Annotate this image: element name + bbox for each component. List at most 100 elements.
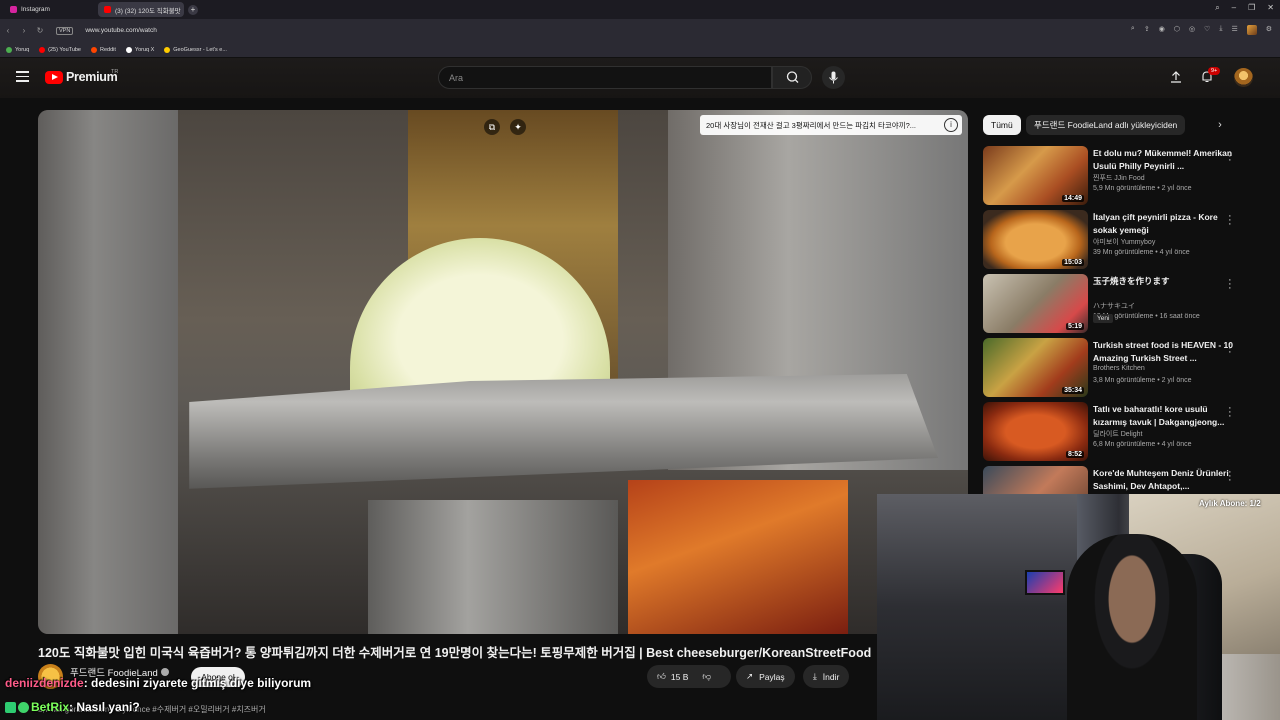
zoom-icon[interactable]: ⌕ (1131, 25, 1135, 35)
bookmark-item[interactable]: (25) YouTube (39, 46, 81, 53)
video-thumbnail[interactable]: 14:49 (983, 146, 1088, 205)
chat-message: BetRix: Nasıl yani? (5, 700, 140, 714)
back-icon[interactable]: ‹ (0, 26, 16, 35)
bookmarks-bar: Yoruq (25) YouTube Reddit Yoruq X GeoGue… (0, 42, 1280, 58)
description-preview[interactable]: 2,7 Mn görüntülenme 1 yıl önce #수제버거 #오밀… (38, 704, 878, 715)
recommendation-item[interactable]: Kore'de Muhteşem Deniz Ürünleri Sashimi,… (983, 466, 1273, 494)
recommendation-channel[interactable]: 야미보이 Yummyboy (1093, 237, 1155, 247)
duration-badge: 15:03 (1062, 259, 1084, 266)
video-player[interactable]: ⧉ ✦ 20대 사장님이 전재산 걸고 3평짜리에서 만드는 파김치 타코야끼?… (38, 110, 968, 634)
chat-username: BetRix (31, 700, 70, 714)
reddit-icon (91, 46, 97, 53)
more-options-icon[interactable]: · · · (1228, 467, 1232, 486)
search-button[interactable] (772, 66, 812, 89)
like-count: 15 B (670, 671, 689, 682)
x-icon (125, 46, 132, 53)
tab-instagram[interactable]: Instagram (4, 2, 94, 17)
youtube-logo[interactable]: Premium (45, 70, 118, 84)
share-icon[interactable]: ⇪ (1144, 25, 1150, 35)
search-input[interactable]: Ara (438, 66, 772, 89)
recommendation-channel[interactable]: 찐푸드 JJin Food (1093, 173, 1145, 183)
monthly-subscriber-counter: Aylık Abone: 1/2 (1199, 499, 1261, 508)
banner-text: 20대 사장님이 전재산 걸고 3평짜리에서 만드는 파김치 타코야끼?... (706, 120, 917, 130)
bookmark-item[interactable]: Yoruq (6, 46, 29, 53)
video-thumbnail[interactable]: 8:52 (983, 402, 1088, 461)
country-code: TR (111, 69, 119, 75)
chat-badge-icon (5, 702, 16, 714)
recommendation-item[interactable]: 14:49 Et dolu mu? Mükemmel! Amerikan Usu… (983, 146, 1273, 206)
camera-icon[interactable]: ◉ (1159, 25, 1165, 35)
more-options-icon[interactable]: · · · (1228, 403, 1232, 422)
recommendation-item[interactable]: 35:34 Turkish street food is HEAVEN - 10… (983, 338, 1273, 398)
video-thumbnail[interactable] (983, 466, 1088, 494)
vpn-badge[interactable]: VPN (56, 26, 74, 35)
youtube-icon (39, 46, 46, 53)
bookmark-item[interactable]: GeoGuessr - Let's e... (164, 46, 227, 53)
recommendation-title: Et dolu mu? Mükemmel! Amerikan Usulü Phi… (1093, 148, 1233, 171)
recommendation-title: İtalyan çift peynirli pizza - Kore sokak… (1093, 212, 1218, 235)
share-button[interactable]: ↗ Paylaş (736, 665, 795, 688)
duration-badge: 14:49 (1062, 195, 1084, 202)
verified-icon (160, 668, 169, 676)
more-options-icon[interactable]: · · · (1228, 147, 1232, 166)
hamburger-menu-icon[interactable] (16, 71, 29, 82)
recommendation-meta: 6,8 Mn görüntüleme • 4 yıl önce (1093, 441, 1192, 448)
miniplayer-icon[interactable]: ⧉ (484, 119, 500, 135)
recommendation-channel[interactable]: Brothers Kitchen (1093, 365, 1145, 372)
video-thumbnail[interactable]: 5:19 (983, 274, 1088, 333)
bookmark-item[interactable]: Reddit (91, 46, 116, 53)
new-tab-button[interactable]: + (188, 4, 198, 15)
recommendation-title: Turkish street food is HEAVEN - 10 Amazi… (1093, 340, 1233, 363)
video-overlay-buttons: ⧉ ✦ (484, 119, 526, 135)
webcam-room-shelf (877, 494, 1077, 720)
more-options-icon[interactable]: · · · (1228, 339, 1232, 358)
chevron-right-icon[interactable]: › (1212, 117, 1228, 133)
like-button[interactable]: 👍︎ 15 B (657, 671, 688, 682)
chat-text: : dedesini ziyarete gitmiş diye biliyoru… (83, 676, 312, 690)
chip-from-channel[interactable]: 푸드랜드 FoodieLand adlı yükleyiciden (1026, 115, 1186, 135)
info-icon[interactable]: i (944, 118, 958, 132)
menu-icon[interactable]: ☰ (1231, 25, 1237, 35)
video-frame-slicer-plate (189, 374, 938, 489)
chat-text: : Nasıl yani? (69, 700, 140, 714)
address-bar-icons: ⌕ ⇪ ◉ ⬡ ◎ ♡ ⤓ ☰ ⚙ (1131, 25, 1272, 35)
notification-count-badge: 9+ (1208, 67, 1221, 75)
bookmark-item[interactable]: Yoruq X (125, 46, 154, 53)
heart-icon[interactable]: ♡ (1204, 25, 1210, 35)
minimize-icon[interactable]: – (1232, 3, 1236, 13)
forward-icon[interactable]: › (16, 26, 32, 35)
upload-icon[interactable] (1170, 71, 1182, 83)
tracking-icon[interactable]: ◎ (1189, 25, 1195, 35)
more-options-icon[interactable]: · · · (1228, 211, 1232, 230)
sparkle-icon[interactable]: ✦ (510, 119, 526, 135)
close-icon[interactable]: ✕ (1267, 3, 1274, 13)
profile-avatar[interactable] (1246, 25, 1257, 35)
recommendation-item[interactable]: 8:52 Tatlı ve baharatlı! kore usulü kıza… (983, 402, 1273, 462)
reload-icon[interactable]: ↻ (32, 26, 48, 35)
recommendation-item[interactable]: 15:03 İtalyan çift peynirli pizza - Kore… (983, 210, 1273, 270)
window-controls: ⌕ – ❐ ✕ (1215, 3, 1274, 13)
video-thumbnail[interactable]: 35:34 (983, 338, 1088, 397)
recommendation-channel[interactable]: ハナサキユイ (1093, 301, 1135, 311)
more-options-icon[interactable]: · · · (1228, 275, 1232, 294)
tab-label: (3) (32) 120도 직화불맛 (115, 7, 181, 15)
maximize-icon[interactable]: ❐ (1248, 3, 1255, 13)
video-thumbnail[interactable]: 15:03 (983, 210, 1088, 269)
url-field[interactable]: www.youtube.com/watch (85, 27, 157, 34)
account-avatar[interactable] (1234, 68, 1253, 87)
geoguessr-icon (164, 46, 171, 53)
chip-all[interactable]: Tümü (983, 115, 1021, 135)
settings-icon[interactable]: ⚙ (1266, 25, 1272, 35)
webcam-streamer (1067, 534, 1197, 720)
dislike-button[interactable]: 👎︎ (702, 671, 711, 682)
tab-youtube[interactable]: (3) (32) 120도 직화불맛 (98, 2, 184, 17)
recommendation-item[interactable]: 5:19 玉子焼きを作ります ハナサキユイ 19 Mn görüntüleme … (983, 274, 1273, 334)
extension-icon[interactable]: ⬡ (1174, 25, 1180, 35)
video-card-banner[interactable]: 20대 사장님이 전재산 걸고 3평짜리에서 만드는 파김치 타코야끼?... … (700, 115, 962, 135)
youtube-header: Premium TR Ara 9+ (0, 58, 1280, 98)
download-button[interactable]: ⤓ İndir (803, 665, 850, 688)
voice-search-button[interactable] (822, 66, 845, 89)
recommendation-channel[interactable]: 딜라이트 Delight (1093, 429, 1143, 439)
download-icon[interactable]: ⤓ (1219, 25, 1222, 35)
search-icon[interactable]: ⌕ (1215, 3, 1219, 13)
